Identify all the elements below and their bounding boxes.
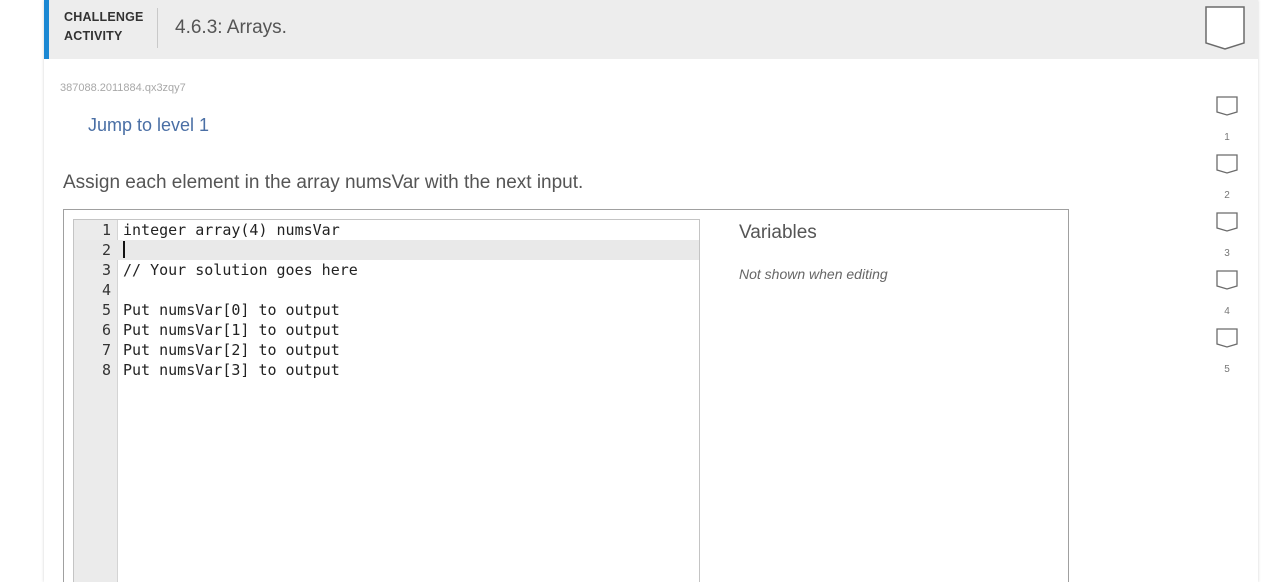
code-line[interactable]: 5 Put numsVar[0] to output	[74, 300, 699, 320]
level-indicator-3[interactable]: 3	[1214, 212, 1240, 270]
workspace: 1 integer array(4) numsVar 2 3 // Your solut…	[63, 209, 1069, 582]
code-line[interactable]: 4	[74, 280, 699, 300]
level-number: 1	[1224, 132, 1230, 143]
line-number: 4	[101, 281, 111, 299]
variables-title: Variables	[739, 222, 817, 243]
variables-note: Not shown when editing	[739, 266, 888, 282]
line-number: 2	[101, 241, 111, 259]
code-line[interactable]: 1 integer array(4) numsVar	[74, 220, 699, 240]
level-indicator-1[interactable]: 1	[1214, 96, 1240, 154]
code-editor[interactable]: 1 integer array(4) numsVar 2 3 // Your solut…	[73, 219, 700, 582]
code-line[interactable]: 7 Put numsVar[2] to output	[74, 340, 699, 360]
challenge-label-line2: ACTIVITY	[64, 29, 123, 43]
code-line[interactable]: 6 Put numsVar[1] to output	[74, 320, 699, 340]
activity-title: 4.6.3: Arrays.	[175, 17, 287, 38]
level-badge-icon	[1216, 212, 1238, 232]
header-divider	[157, 8, 158, 48]
challenge-activity-label: CHALLENGE ACTIVITY	[64, 8, 144, 46]
line-number: 5	[101, 301, 111, 319]
level-indicator-2[interactable]: 2	[1214, 154, 1240, 212]
line-text: Put numsVar[1] to output	[123, 321, 340, 339]
text-cursor	[123, 241, 125, 258]
line-number: 6	[101, 321, 111, 339]
code-lines: 1 integer array(4) numsVar 2 3 // Your solut…	[74, 220, 699, 380]
level-number: 4	[1224, 306, 1230, 317]
line-text: // Your solution goes here	[123, 261, 358, 279]
level-badge-icon	[1216, 270, 1238, 290]
line-text	[123, 240, 125, 260]
line-text: Put numsVar[0] to output	[123, 301, 340, 319]
code-line[interactable]: 3 // Your solution goes here	[74, 260, 699, 280]
line-text: Put numsVar[2] to output	[123, 341, 340, 359]
line-text: Put numsVar[3] to output	[123, 361, 340, 379]
level-badge-icon	[1216, 154, 1238, 174]
challenge-label-line1: CHALLENGE	[64, 10, 144, 24]
level-number: 5	[1224, 364, 1230, 375]
line-number: 7	[101, 341, 111, 359]
header-accent-bar	[44, 0, 49, 59]
page: CHALLENGE ACTIVITY 4.6.3: Arrays. 387088…	[0, 0, 1281, 582]
line-number: 3	[101, 261, 111, 279]
activity-header: CHALLENGE ACTIVITY 4.6.3: Arrays.	[44, 0, 1258, 59]
activity-id: 387088.2011884.qx3zqy7	[60, 82, 186, 94]
code-line[interactable]: 8 Put numsVar[3] to output	[74, 360, 699, 380]
level-indicators: 1 2 3 4 5	[1214, 96, 1240, 386]
line-number: 8	[101, 361, 111, 379]
completion-badge-icon	[1205, 6, 1245, 50]
jump-to-level-link[interactable]: Jump to level 1	[88, 115, 209, 136]
level-indicator-4[interactable]: 4	[1214, 270, 1240, 328]
level-indicator-5[interactable]: 5	[1214, 328, 1240, 386]
line-number: 1	[101, 221, 111, 239]
level-number: 2	[1224, 190, 1230, 201]
code-line[interactable]: 2	[74, 240, 699, 260]
level-badge-icon	[1216, 328, 1238, 348]
level-number: 3	[1224, 248, 1230, 259]
line-text: integer array(4) numsVar	[123, 221, 340, 239]
level-badge-icon	[1216, 96, 1238, 116]
instructions-text: Assign each element in the array numsVar…	[63, 172, 584, 193]
